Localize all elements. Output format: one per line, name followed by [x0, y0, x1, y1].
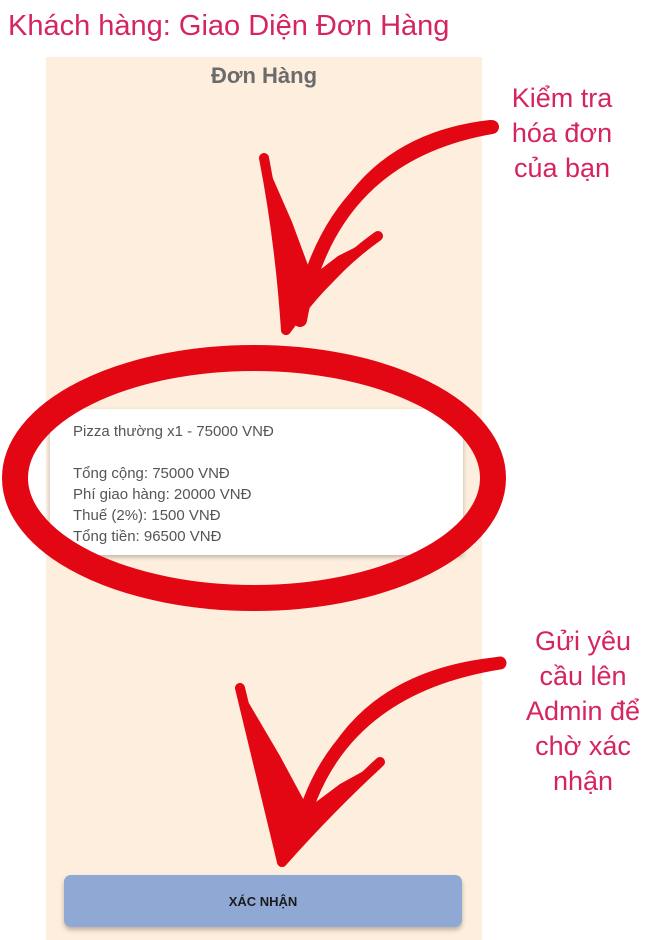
confirm-callout-line: Admin để [525, 696, 641, 726]
order-item-line: Pizza thường x1 - 75000 VNĐ [73, 423, 274, 440]
confirm-callout-line: Gửi yêu [534, 626, 632, 656]
order-shipping-fee: Phí giao hàng: 20000 VNĐ [73, 486, 252, 503]
order-summary-card: Pizza thường x1 - 75000 VNĐ Tổng cộng: 7… [50, 409, 463, 555]
confirm-callout-line: cầu lên [539, 661, 627, 691]
page-title: Đơn Hàng [210, 63, 318, 88]
phone-screen: Đơn Hàng Pizza thường x1 - 75000 VNĐ Tổn… [46, 57, 482, 940]
confirm-callout-line: chờ xác [535, 731, 631, 761]
invoice-callout: Kiểm tra hóa đơn của bạn [497, 81, 627, 186]
confirm-callout-line: nhận [552, 766, 614, 796]
slide-title: Khách hàng: Giao Diện Đơn Hàng [8, 10, 450, 42]
invoice-callout-line: hóa đơn [511, 118, 613, 148]
confirm-order-button[interactable]: XÁC NHẬN [64, 875, 462, 927]
order-tax: Thuế (2%): 1500 VNĐ [73, 507, 221, 524]
order-subtotal: Tổng cộng: 75000 VNĐ [73, 465, 230, 482]
invoice-callout-line: của bạn [513, 153, 611, 183]
invoice-callout-line: Kiểm tra [511, 83, 613, 113]
confirm-callout: Gửi yêu cầu lên Admin để chờ xác nhận [515, 624, 651, 799]
order-total: Tổng tiền: 96500 VNĐ [73, 528, 222, 545]
